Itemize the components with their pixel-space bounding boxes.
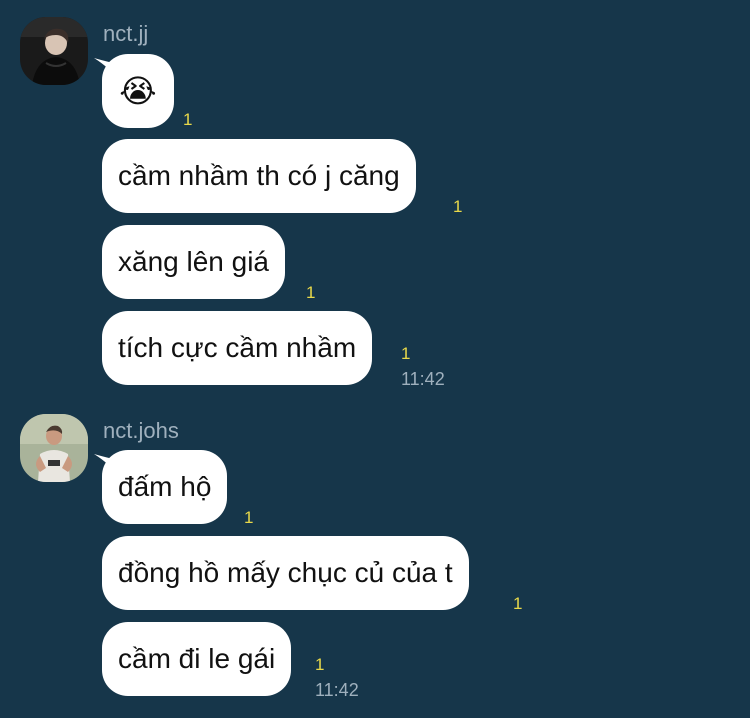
message-bubble[interactable]: tích cực cầm nhầm	[102, 311, 373, 385]
unread-count: 1	[453, 197, 463, 216]
unread-count: 1	[244, 508, 254, 527]
message-text: đồng hồ mấy chục củ của t	[118, 557, 453, 588]
message-bubble[interactable]: xăng lên giá	[102, 225, 286, 299]
profile-photo-icon	[20, 17, 88, 85]
message-bubble[interactable]: 😭	[102, 54, 174, 128]
message-timestamp: 11:42	[315, 680, 359, 700]
sender-name: nct.jj	[103, 21, 149, 46]
message-bubble[interactable]: cầm nhầm th có j căng	[102, 139, 416, 213]
message-text: tích cực cầm nhầm	[118, 332, 357, 363]
avatar[interactable]	[20, 17, 88, 85]
message-timestamp: 11:42	[401, 369, 445, 389]
message-text: cầm đi le gái	[118, 643, 276, 674]
unread-count: 1	[315, 655, 325, 674]
crying-face-emoji: 😭	[119, 73, 157, 109]
message-bubble[interactable]: đấm hộ	[102, 450, 228, 524]
message-text: xăng lên giá	[118, 246, 270, 277]
profile-photo-icon	[20, 414, 88, 482]
unread-count: 1	[401, 344, 411, 363]
message-bubble[interactable]: đồng hồ mấy chục củ của t	[102, 536, 469, 610]
unread-count: 1	[306, 283, 316, 302]
message-bubble[interactable]: cầm đi le gái	[102, 622, 292, 696]
avatar[interactable]	[20, 414, 88, 482]
message-text: đấm hộ	[118, 471, 212, 502]
unread-count: 1	[183, 110, 193, 129]
unread-count: 1	[513, 594, 523, 613]
sender-name: nct.johs	[103, 418, 179, 443]
message-text: cầm nhầm th có j căng	[118, 160, 400, 191]
